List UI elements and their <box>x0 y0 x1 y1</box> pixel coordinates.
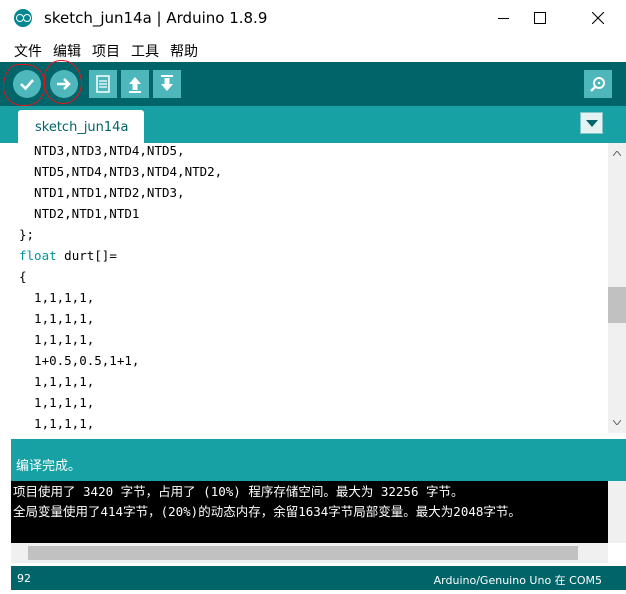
editor-scroll-thumb[interactable] <box>608 287 626 323</box>
keyword-float: float <box>19 248 57 263</box>
tab-sketch[interactable]: sketch_jun14a <box>18 110 144 143</box>
console-output[interactable]: 项目使用了 3420 字节，占用了 (10%) 程序存储空间。最大为 32256… <box>11 481 608 543</box>
tab-label: sketch_jun14a <box>35 120 129 135</box>
open-button[interactable] <box>121 70 149 98</box>
code-line: 1,1,1,1, <box>19 374 95 389</box>
scroll-down-icon[interactable] <box>613 420 621 425</box>
console-line: 全局变量使用了414字节，(20%)的动态内存，余留1634字节局部变量。最大为… <box>13 504 521 519</box>
scroll-up-icon[interactable] <box>613 151 621 156</box>
code-line: }; <box>19 227 35 242</box>
code-line: { <box>19 269 27 284</box>
menu-file[interactable]: 文件 <box>14 41 42 61</box>
code-text: durt[]= <box>56 248 117 263</box>
arrow-down-icon <box>161 75 173 91</box>
arduino-logo-icon <box>14 9 32 27</box>
code-line: NTD5,NTD4,NTD3,NTD4,NTD2, <box>19 164 223 179</box>
close-button[interactable] <box>575 0 621 36</box>
code-line: NTD2,NTD1,NTD1 <box>19 206 140 221</box>
code-editor[interactable]: NTD3,NTD3,NTD4,NTD5, NTD5,NTD4,NTD3,NTD4… <box>11 143 608 433</box>
magnifier-icon <box>590 77 605 92</box>
window-title: sketch_jun14a | Arduino 1.8.9 <box>44 9 268 27</box>
menu-edit[interactable]: 编辑 <box>53 41 81 61</box>
line-number: 92 <box>17 572 31 585</box>
code-line: 1,1,1,1, <box>19 332 95 347</box>
toolbar <box>0 62 626 106</box>
menu-tools[interactable]: 工具 <box>131 41 159 61</box>
code-line: float durt[]= <box>19 248 117 269</box>
arrow-up-icon <box>129 77 141 93</box>
status-bar: 编译完成。 <box>11 439 626 481</box>
console-hscroll-thumb[interactable] <box>28 546 578 560</box>
code-line: 1+0.5,0.5,1+1, <box>19 353 140 368</box>
code-line: 1,1,1,1, <box>19 416 95 431</box>
console-scrollbar[interactable] <box>608 481 626 543</box>
console-line: 项目使用了 3420 字节，占用了 (10%) 程序存储空间。最大为 32256… <box>13 484 464 499</box>
footer-bar: 92 Arduino/Genuino Uno 在 COM5 <box>11 566 626 590</box>
code-line: NTD1,NTD1,NTD2,NTD3, <box>19 185 185 200</box>
red-annotation-circle <box>3 64 45 106</box>
triangle-down-icon <box>586 120 598 127</box>
menu-bar: 文件 编辑 项目 工具 帮助 <box>0 36 626 62</box>
document-icon <box>96 75 110 93</box>
serial-monitor-button[interactable] <box>584 70 612 98</box>
code-line: 1,1,1,1, <box>19 311 95 326</box>
close-icon <box>592 12 604 24</box>
menu-sketch[interactable]: 项目 <box>92 41 120 61</box>
red-annotation-circle <box>44 60 82 104</box>
title-bar: sketch_jun14a | Arduino 1.8.9 <box>0 0 626 36</box>
code-line: 1,1,1,1, <box>19 395 95 410</box>
code-line: 1,1,1,1, <box>19 290 95 305</box>
save-button[interactable] <box>153 70 181 98</box>
code-line: NTD3,NTD3,NTD4,NTD5, <box>19 143 185 158</box>
board-info: Arduino/Genuino Uno 在 COM5 <box>433 574 602 587</box>
maximize-button[interactable] <box>517 0 563 36</box>
menu-help[interactable]: 帮助 <box>170 41 198 61</box>
status-message: 编译完成。 <box>16 459 82 474</box>
new-sketch-button[interactable] <box>89 70 117 98</box>
tab-bar: sketch_jun14a <box>0 106 626 143</box>
tab-menu-button[interactable] <box>580 112 603 134</box>
